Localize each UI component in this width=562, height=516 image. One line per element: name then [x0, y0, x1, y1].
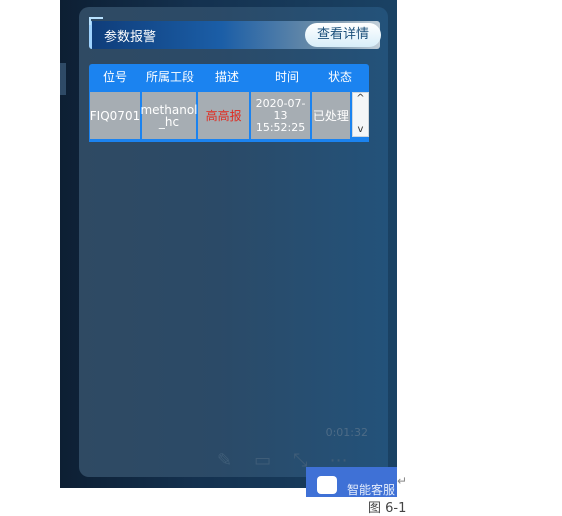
header-status: 状态 — [327, 70, 352, 84]
panel-title: 参数报警 — [104, 30, 157, 45]
figure-caption: 图 6-1 — [368, 501, 407, 516]
return-mark-icon: ↵ — [397, 474, 408, 488]
screenshot-frame: 参数报警 查看详情 位号 所属工段 描述 时间 状态 FIQ0701 metha… — [60, 0, 397, 488]
cell-time: 2020-07-13 15:52:25 — [251, 92, 310, 139]
scroll-up-icon[interactable]: ^ — [356, 93, 364, 105]
table-header-row: 位号 所属工段 描述 时间 状态 — [89, 64, 369, 91]
table-row[interactable]: FIQ0701 methanol _hc 高高报 2020-07-13 15:5… — [89, 91, 369, 142]
header-time: 时间 — [274, 70, 299, 84]
smart-service-button[interactable]: 智能客服 — [306, 467, 397, 497]
cell-status: 已处理 — [311, 92, 350, 139]
view-details-button[interactable]: 查看详情 — [305, 23, 381, 47]
table-scrollbar[interactable]: ^ v — [351, 92, 369, 137]
cell-tag: FIQ0701 — [90, 92, 140, 139]
pencil-icon[interactable]: ✎ — [217, 450, 232, 471]
side-tab[interactable] — [60, 63, 66, 95]
header-description: 描述 — [214, 70, 239, 84]
scroll-down-icon[interactable]: v — [357, 124, 363, 136]
header-section: 所属工段 — [145, 70, 194, 84]
smart-service-label: 智能客服 — [347, 483, 396, 497]
alarm-panel: 参数报警 查看详情 位号 所属工段 描述 时间 状态 FIQ0701 metha… — [79, 7, 388, 477]
robot-icon — [317, 476, 337, 494]
cell-section: methanol _hc — [140, 92, 198, 139]
cell-description: 高高报 — [198, 92, 250, 139]
header-tag: 位号 — [102, 70, 127, 84]
panel-header: 参数报警 查看详情 — [89, 17, 381, 49]
alarm-table: 位号 所属工段 描述 时间 状态 FIQ0701 methanol _hc 高高… — [89, 64, 369, 142]
video-timer: 0:01:32 — [325, 426, 368, 439]
subtitle-icon[interactable]: ▭ — [254, 450, 271, 471]
